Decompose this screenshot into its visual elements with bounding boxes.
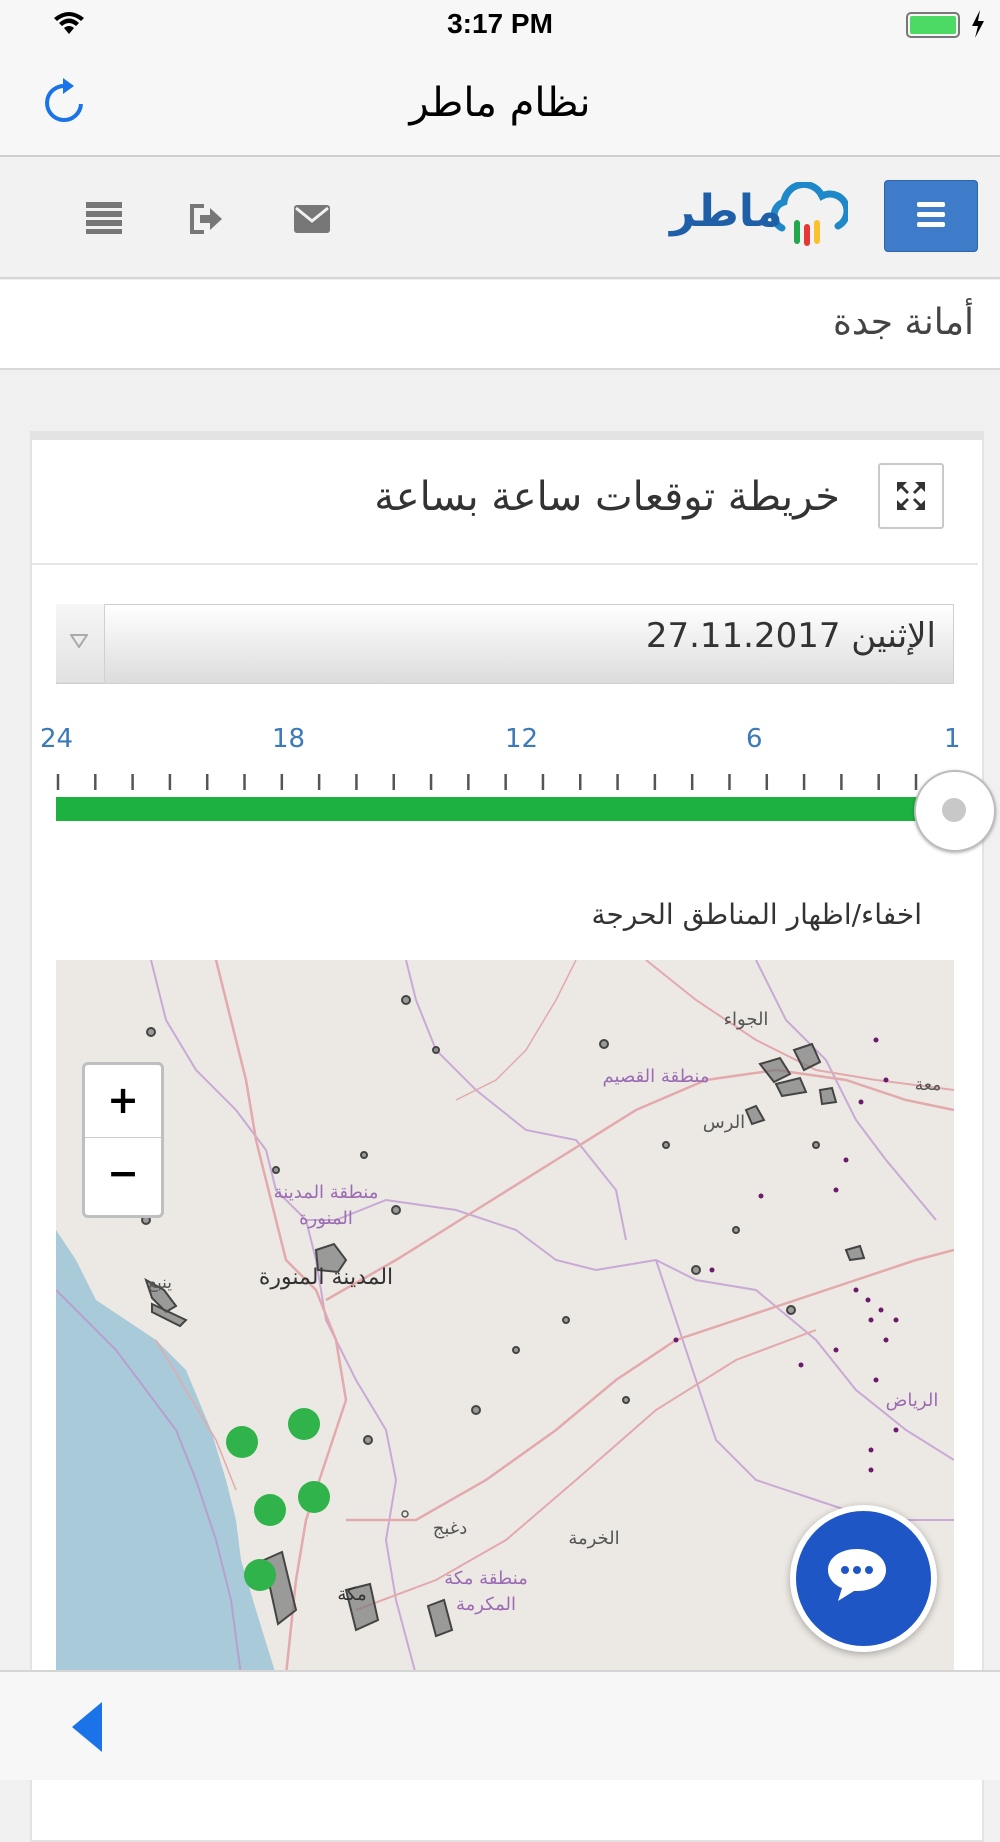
- slider-label-18: 18: [272, 724, 306, 754]
- slider-label-6: 6: [746, 724, 763, 754]
- expand-button[interactable]: [878, 463, 944, 529]
- panel-title: خريطة توقعات ساعة بساعة: [374, 474, 840, 520]
- organization-bar: أمانة جدة: [0, 280, 1000, 370]
- map-label-qassim: منطقة القصيم: [603, 1066, 710, 1087]
- sign-out-icon[interactable]: [190, 204, 224, 234]
- map-label-khurmah: الخرمة: [568, 1528, 619, 1549]
- nav-title: نظام ماطر: [409, 80, 591, 126]
- map-zoom-control: + −: [82, 1062, 164, 1218]
- back-arrow-icon[interactable]: [72, 1702, 104, 1752]
- status-bar: 3:17 PM: [0, 0, 1000, 50]
- app-header: [0, 157, 1000, 279]
- map-label-yanbu: ينبع: [148, 1273, 172, 1293]
- hamburger-menu-icon: [917, 202, 945, 227]
- chevron-down-icon: [70, 634, 88, 648]
- app-logo: ماطر: [668, 180, 848, 250]
- envelope-icon[interactable]: [294, 205, 330, 233]
- slider-label-24: 24: [40, 724, 74, 754]
- map-label-daghbaj: دغبج: [433, 1518, 467, 1539]
- zoom-in-button[interactable]: +: [85, 1065, 161, 1138]
- battery-charging-icon: [906, 12, 960, 38]
- map-label-makkah-region-2: المكرمة: [456, 1594, 516, 1615]
- map-label-madinah-region-1: منطقة المدينة: [274, 1182, 379, 1203]
- map-label-riyadh: الرياض: [886, 1390, 939, 1411]
- nav-bar: نظام ماطر: [0, 50, 1000, 157]
- panel-divider: [32, 563, 978, 565]
- chat-button[interactable]: [790, 1505, 937, 1652]
- status-time: 3:17 PM: [447, 8, 553, 39]
- bottom-toolbar: [0, 1670, 1000, 1780]
- critical-zones-toggle[interactable]: اخفاء/اظهار المناطق الحرجة: [592, 898, 922, 931]
- map-label-majmaah: معة: [915, 1075, 941, 1095]
- map-label-rass: الرس: [703, 1112, 745, 1133]
- chat-bubble-icon: [828, 1549, 886, 1601]
- slider-label-12: 12: [505, 724, 539, 754]
- hour-slider-track[interactable]: [56, 797, 956, 821]
- map-label-jawf: الجواء: [724, 1009, 769, 1030]
- expand-icon: [897, 482, 925, 510]
- zoom-out-button[interactable]: −: [85, 1138, 161, 1210]
- slider-label-1: 1: [944, 724, 961, 754]
- slider-ticks: [56, 774, 918, 790]
- charging-bolt-icon: [972, 10, 984, 38]
- map-label-madinah-city: المدينة المنورة: [259, 1265, 393, 1290]
- organization-name: أمانة جدة: [832, 302, 974, 343]
- map-label-makkah-region-1: منطقة مكة: [444, 1568, 528, 1589]
- map-label-madinah-region-2: المنورة: [299, 1208, 353, 1229]
- slider-handle-dot: [942, 798, 966, 822]
- map-label-makkah: مكة: [337, 1584, 366, 1605]
- date-select-value: الإثنين 27.11.2017: [645, 616, 936, 656]
- logo-text: ماطر: [670, 186, 783, 237]
- date-select-arrow[interactable]: [56, 604, 105, 682]
- menu-button[interactable]: [884, 180, 978, 252]
- list-icon[interactable]: [86, 202, 122, 234]
